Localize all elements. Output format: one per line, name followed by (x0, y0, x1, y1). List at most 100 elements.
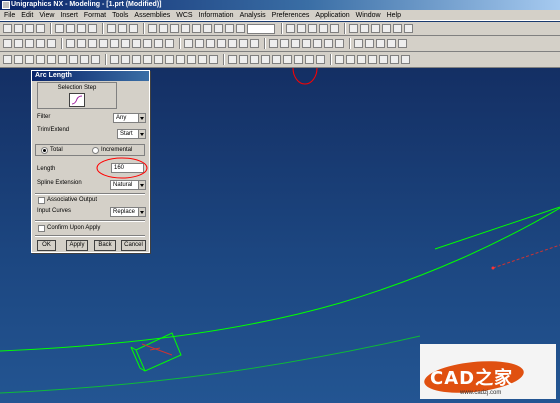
curve-info-icon[interactable] (401, 55, 410, 64)
menu-window[interactable]: Window (356, 12, 381, 19)
cone-icon[interactable] (88, 39, 97, 48)
menu-edit[interactable]: Edit (21, 12, 33, 19)
unite-icon[interactable] (184, 39, 193, 48)
sew-icon[interactable] (313, 39, 322, 48)
filter-dropdown[interactable]: Any (113, 113, 146, 123)
chevron-down-icon[interactable] (138, 114, 145, 122)
sweep-icon[interactable] (36, 39, 45, 48)
zoom-out-icon[interactable] (203, 24, 212, 33)
new-file-icon[interactable] (3, 24, 12, 33)
revolve-icon[interactable] (25, 39, 34, 48)
pan-icon[interactable] (170, 24, 179, 33)
trim-body-icon[interactable] (291, 39, 300, 48)
boss-icon[interactable] (121, 39, 130, 48)
offset-surface-icon[interactable] (387, 39, 396, 48)
menu-wcs[interactable]: WCS (176, 12, 192, 19)
groove-icon[interactable] (165, 39, 174, 48)
extract-curve-icon[interactable] (165, 55, 174, 64)
menu-analysis[interactable]: Analysis (240, 12, 266, 19)
select-curve-icon[interactable] (69, 93, 85, 107)
material-icon[interactable] (393, 24, 402, 33)
menu-tools[interactable]: Tools (112, 12, 128, 19)
chevron-down-icon[interactable] (138, 130, 145, 138)
zoom-icon[interactable] (159, 24, 168, 33)
draft-icon[interactable] (250, 39, 259, 48)
curvature-comb-icon[interactable] (346, 55, 355, 64)
combined-curve-icon[interactable] (176, 55, 185, 64)
total-radio[interactable] (41, 147, 48, 154)
help-icon[interactable] (404, 24, 413, 33)
pad-icon[interactable] (143, 39, 152, 48)
stretch-icon[interactable] (294, 55, 303, 64)
chevron-down-icon[interactable] (138, 181, 145, 189)
section-curve-icon[interactable] (154, 55, 163, 64)
color-icon[interactable] (236, 24, 245, 33)
save-icon[interactable] (25, 24, 34, 33)
green-curve-upper[interactable] (434, 206, 560, 250)
through-curves-icon[interactable] (365, 39, 374, 48)
sphere-icon[interactable] (99, 39, 108, 48)
shaded-icon[interactable] (214, 24, 223, 33)
point-icon[interactable] (47, 55, 56, 64)
helix-icon[interactable] (91, 55, 100, 64)
rotate-icon[interactable] (181, 24, 190, 33)
menu-view[interactable]: View (39, 12, 54, 19)
grid-icon[interactable] (308, 24, 317, 33)
spline-icon[interactable] (14, 55, 23, 64)
subtract-icon[interactable] (195, 39, 204, 48)
chamfer-icon[interactable] (228, 39, 237, 48)
green-curve-lower[interactable] (0, 335, 421, 394)
delete-icon[interactable] (88, 24, 97, 33)
menu-file[interactable]: File (4, 12, 15, 19)
menu-information[interactable]: Information (199, 12, 234, 19)
fit-view-icon[interactable] (148, 24, 157, 33)
curve-analysis-icon[interactable] (335, 55, 344, 64)
simplify-curve-icon[interactable] (209, 55, 218, 64)
mirror-icon[interactable] (335, 39, 344, 48)
copy-icon[interactable] (66, 24, 75, 33)
spline-extension-dropdown[interactable]: Natural (110, 180, 146, 190)
line-icon[interactable] (36, 55, 45, 64)
undo-icon[interactable] (107, 24, 116, 33)
paste-icon[interactable] (77, 24, 86, 33)
refresh-icon[interactable] (118, 24, 127, 33)
blend-icon[interactable] (217, 39, 226, 48)
arc-length-icon[interactable] (305, 55, 314, 64)
incremental-radio[interactable] (92, 147, 99, 154)
tube-icon[interactable] (47, 39, 56, 48)
trim-corner-icon[interactable] (261, 55, 270, 64)
green-box-edge[interactable] (130, 346, 146, 372)
input-curves-dropdown[interactable]: Replace (110, 207, 146, 217)
extrude-icon[interactable] (14, 39, 23, 48)
measure-icon[interactable] (286, 24, 295, 33)
select-icon[interactable] (129, 24, 138, 33)
surface-icon[interactable] (354, 39, 363, 48)
menu-preferences[interactable]: Preferences (272, 12, 310, 19)
peak-icon[interactable] (357, 55, 366, 64)
menu-application[interactable]: Application (315, 12, 349, 19)
light-icon[interactable] (382, 24, 391, 33)
camera-icon[interactable] (371, 24, 380, 33)
analysis-icon[interactable] (297, 24, 306, 33)
menu-help[interactable]: Help (387, 12, 401, 19)
sketch-icon[interactable] (3, 39, 12, 48)
edit-feature-icon[interactable] (398, 39, 407, 48)
arc-icon[interactable] (25, 55, 34, 64)
wrap-curve-icon[interactable] (187, 55, 196, 64)
cylinder-icon[interactable] (77, 39, 86, 48)
polygon-icon[interactable] (69, 55, 78, 64)
pocket-icon[interactable] (132, 39, 141, 48)
project-curve-icon[interactable] (132, 55, 141, 64)
back-button[interactable]: Back (94, 240, 116, 251)
ok-button[interactable]: OK (37, 240, 56, 251)
show-knots-icon[interactable] (390, 55, 399, 64)
inflection-icon[interactable] (368, 55, 377, 64)
trim-extend-dropdown[interactable]: Start (117, 129, 146, 139)
ellipse-icon[interactable] (80, 55, 89, 64)
intersect-icon[interactable] (206, 39, 215, 48)
layer-combo[interactable] (247, 23, 275, 34)
block-icon[interactable] (66, 39, 75, 48)
pattern-icon[interactable] (324, 39, 333, 48)
edit-curve-icon[interactable] (228, 55, 237, 64)
open-file-icon[interactable] (14, 24, 23, 33)
